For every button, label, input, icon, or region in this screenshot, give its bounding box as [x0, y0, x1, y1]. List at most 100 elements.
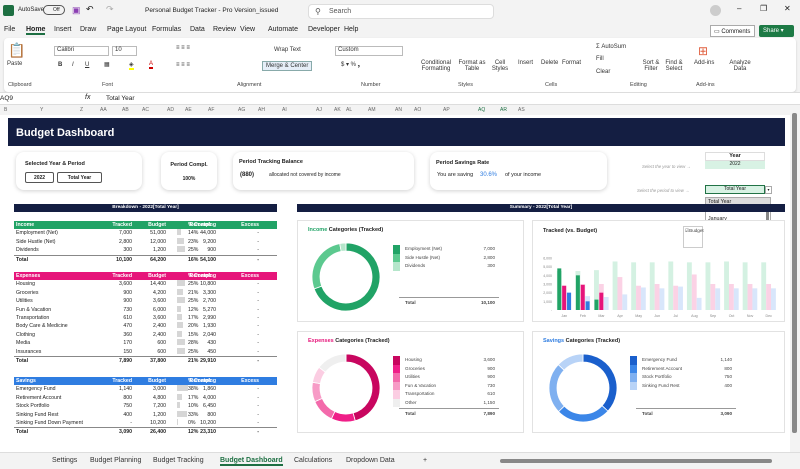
wrap-text-button[interactable]: Wrap Text — [274, 47, 301, 53]
conditional-formatting-button[interactable]: Conditional Formatting — [418, 60, 454, 72]
column-header[interactable]: AM — [368, 107, 376, 113]
name-box[interactable]: AQ9 — [0, 95, 48, 102]
paste-icon[interactable]: 📋 — [8, 42, 25, 59]
column-header[interactable]: AL — [346, 107, 352, 113]
minimize-icon[interactable]: – — [737, 4, 741, 13]
column-header[interactable]: AS — [518, 107, 525, 113]
comments-button[interactable]: ▭ Comments — [710, 25, 755, 37]
autosave-toggle[interactable]: Off — [43, 5, 65, 15]
currency-icon[interactable]: $ ▾ % ❟ — [341, 61, 360, 69]
bold-button[interactable]: B — [58, 62, 62, 68]
column-header[interactable]: AC — [142, 107, 149, 113]
save-icon[interactable]: ▣ — [72, 5, 81, 16]
sheet-tab[interactable]: Budget Tracking — [153, 457, 204, 464]
budget-bar — [617, 277, 623, 310]
analyze-data-button[interactable]: Analyze Data — [726, 60, 754, 72]
font-name-select[interactable]: Calibri — [54, 46, 109, 56]
menu-formulas[interactable]: Formulas — [152, 26, 181, 33]
underline-button[interactable]: U — [85, 62, 89, 68]
fx-icon[interactable]: fx — [85, 94, 90, 101]
addins-button[interactable]: Add-ins — [694, 60, 714, 66]
align-left-icon[interactable]: ≡ ≡ ≡ — [176, 62, 190, 68]
column-header[interactable]: AB — [122, 107, 129, 113]
column-header[interactable]: AP — [443, 107, 450, 113]
column-header[interactable]: AR — [500, 107, 507, 113]
undo-icon[interactable]: ↶ — [86, 4, 94, 15]
sheet-tab[interactable]: Budget Dashboard — [220, 457, 283, 466]
format-button[interactable]: Format — [562, 60, 581, 66]
sort-filter-button[interactable]: Sort & Filter — [640, 60, 662, 72]
insert-button[interactable]: Insert — [518, 60, 533, 66]
horizontal-scrollbar[interactable] — [500, 459, 772, 463]
column-header[interactable]: AF — [208, 107, 214, 113]
find-select-button[interactable]: Find & Select — [663, 60, 685, 72]
menu-data[interactable]: Data — [190, 26, 205, 33]
column-header[interactable]: AQ — [478, 107, 485, 113]
merge-center-button[interactable]: Merge & Center — [262, 61, 313, 71]
cell: 28% — [188, 340, 199, 347]
italic-button[interactable]: I — [72, 62, 74, 68]
column-header[interactable]: AH — [258, 107, 265, 113]
column-header[interactable]: AE — [185, 107, 192, 113]
column-header[interactable]: AN — [395, 107, 402, 113]
add-sheet-button[interactable]: + — [423, 457, 427, 464]
menu-insert[interactable]: Insert — [54, 26, 72, 33]
cell-styles-button[interactable]: Cell Styles — [488, 60, 512, 72]
row-label: Employment (Net) — [16, 230, 58, 237]
sheet-tab[interactable]: Calculations — [294, 457, 332, 464]
cell: 800 — [207, 411, 216, 418]
menu-draw[interactable]: Draw — [80, 26, 96, 33]
fill-color-icon[interactable]: ◈ — [129, 61, 134, 70]
font-size-select[interactable]: 10 — [112, 46, 137, 56]
search-box[interactable]: ⚲ Search — [308, 4, 494, 19]
menu-home[interactable]: Home — [26, 26, 46, 35]
sheet-tab[interactable]: Settings — [52, 457, 77, 464]
budget-bar — [640, 287, 646, 310]
column-header[interactable]: Y — [40, 107, 43, 113]
total-value: 10,100 — [480, 300, 495, 305]
share-button[interactable]: Share ▾ — [759, 25, 794, 37]
column-header[interactable]: AD — [167, 107, 174, 113]
document-title[interactable]: Personal Budget Tracker - Pro Version_is… — [145, 7, 278, 14]
cell: 7,000 — [119, 230, 132, 237]
autosum-button[interactable]: Σ AutoSum — [596, 44, 626, 50]
cell: 21% — [188, 357, 199, 364]
menu-page-layout[interactable]: Page Layout — [107, 26, 146, 33]
number-format-select[interactable]: Custom — [335, 46, 403, 56]
close-icon[interactable]: ✕ — [784, 4, 791, 13]
column-header[interactable]: AG — [238, 107, 245, 113]
format-as-table-button[interactable]: Format as Table — [456, 60, 488, 72]
menu-developer[interactable]: Developer — [308, 26, 340, 33]
menu-automate[interactable]: Automate — [268, 26, 298, 33]
borders-icon[interactable]: ▦ — [104, 61, 110, 68]
avatar[interactable] — [710, 5, 721, 16]
align-top-icon[interactable]: ≡ ≡ ≡ — [176, 45, 190, 51]
column-header[interactable]: AI — [282, 107, 287, 113]
column-header[interactable]: AJ — [316, 107, 322, 113]
column-header[interactable]: AO — [414, 107, 421, 113]
sheet-tab[interactable]: Budget Planning — [90, 457, 141, 464]
fill-button[interactable]: Fill — [596, 56, 604, 62]
column-header[interactable]: Z — [80, 107, 83, 113]
sheet-tab[interactable]: Dropdown Data — [346, 457, 395, 464]
menu-help[interactable]: Help — [344, 26, 358, 33]
paste-button[interactable]: Paste — [7, 61, 22, 67]
column-header[interactable]: AA — [100, 107, 107, 113]
tracked-bar — [580, 284, 585, 310]
cell: 1,140 — [119, 386, 132, 393]
menu-file[interactable]: File — [4, 26, 15, 33]
clear-button[interactable]: Clear — [596, 69, 610, 75]
formula-input[interactable]: Total Year — [106, 95, 135, 102]
font-color-icon[interactable]: A — [149, 61, 154, 69]
redo-icon[interactable]: ↷ — [106, 4, 114, 15]
period-select-cell[interactable]: Total Year — [705, 185, 765, 194]
delete-button[interactable]: Delete — [541, 60, 558, 66]
column-header[interactable]: B — [4, 107, 7, 113]
column-header[interactable]: AK — [334, 107, 341, 113]
dropdown-arrow-icon[interactable]: ▾ — [765, 186, 772, 194]
vertical-scrollbar[interactable] — [790, 105, 800, 452]
year-select-cell[interactable]: 2022 — [705, 161, 765, 169]
restore-icon[interactable]: ❐ — [760, 4, 767, 13]
menu-review[interactable]: Review — [213, 26, 236, 33]
menu-view[interactable]: View — [240, 26, 255, 33]
